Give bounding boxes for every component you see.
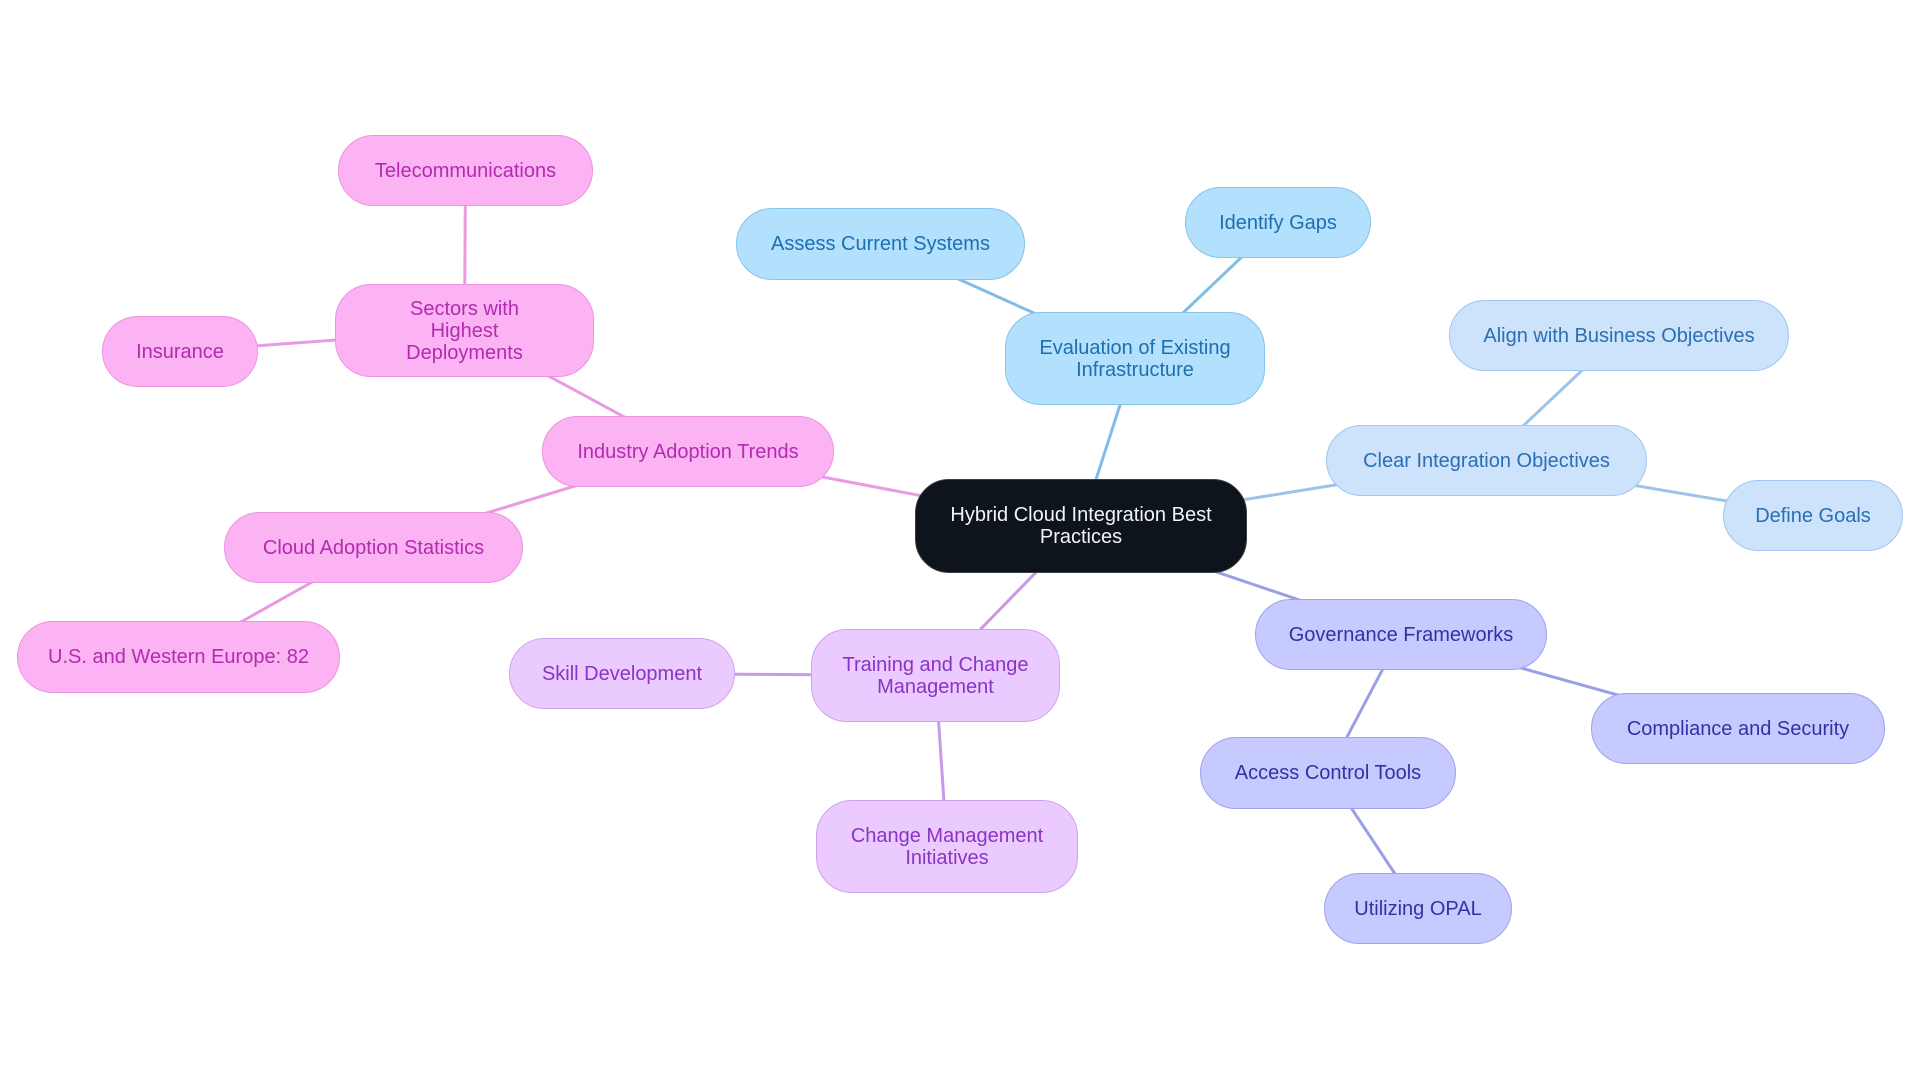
root-node[interactable]: Hybrid Cloud Integration Best Practices: [915, 479, 1247, 573]
node-assess-current-systems[interactable]: Assess Current Systems: [736, 208, 1025, 280]
node-utilizing-opal[interactable]: Utilizing OPAL: [1324, 873, 1512, 944]
node-change-management-initiatives[interactable]: Change Management Initiatives: [816, 800, 1078, 893]
node-label: Access Control Tools: [1234, 762, 1422, 784]
node-align-with-business-objectives[interactable]: Align with Business Objectives: [1449, 300, 1789, 371]
node-label: Compliance and Security: [1626, 717, 1850, 740]
node-label: Insurance: [136, 340, 224, 363]
node-insurance[interactable]: Insurance: [102, 316, 258, 387]
node-label: Skill Development: [541, 662, 703, 685]
node-evaluation-of-existing-infrastructure[interactable]: Evaluation of Existing Infrastructure: [1005, 312, 1265, 405]
node-cloud-adoption-statistics[interactable]: Cloud Adoption Statistics: [224, 512, 523, 583]
node-clear-integration-objectives[interactable]: Clear Integration Objectives: [1326, 425, 1647, 496]
node-label: Clear Integration Objectives: [1363, 449, 1610, 472]
node-access-control-tools[interactable]: Access Control Tools: [1200, 737, 1456, 809]
node-label: Utilizing OPAL: [1354, 897, 1482, 920]
node-label: U.S. and Western Europe: 82: [48, 646, 309, 668]
node-compliance-and-security[interactable]: Compliance and Security: [1591, 693, 1885, 764]
root-node-label: Hybrid Cloud Integration Best Practices: [950, 504, 1212, 548]
node-label: Training and Change Management: [842, 653, 1029, 698]
node-industry-adoption-trends[interactable]: Industry Adoption Trends: [542, 416, 834, 487]
node-label: Cloud Adoption Statistics: [262, 536, 485, 559]
node-label: Sectors with Highest Deployments: [406, 297, 523, 364]
node-label: Align with Business Objectives: [1483, 324, 1755, 347]
node-label: Change Management Initiatives: [850, 824, 1044, 869]
node-label: Telecommunications: [374, 159, 557, 182]
node-label: Define Goals: [1755, 504, 1871, 527]
node-define-goals[interactable]: Define Goals: [1723, 480, 1903, 551]
node-label: Identify Gaps: [1219, 211, 1337, 234]
node-identify-gaps[interactable]: Identify Gaps: [1185, 187, 1371, 258]
node-label: Industry Adoption Trends: [577, 440, 799, 463]
node-label: Evaluation of Existing Infrastructure: [1039, 336, 1231, 381]
node-telecommunications[interactable]: Telecommunications: [338, 135, 593, 206]
node-sectors-with-highest-deployments[interactable]: Sectors with Highest Deployments: [335, 284, 594, 377]
node-governance-frameworks[interactable]: Governance Frameworks: [1255, 599, 1547, 670]
node-training-and-change-management[interactable]: Training and Change Management: [811, 629, 1060, 722]
node-label: Assess Current Systems: [771, 233, 990, 255]
node-skill-development[interactable]: Skill Development: [509, 638, 735, 709]
node-us-western-europe[interactable]: U.S. and Western Europe: 82: [17, 621, 340, 693]
node-label: Governance Frameworks: [1288, 623, 1514, 646]
